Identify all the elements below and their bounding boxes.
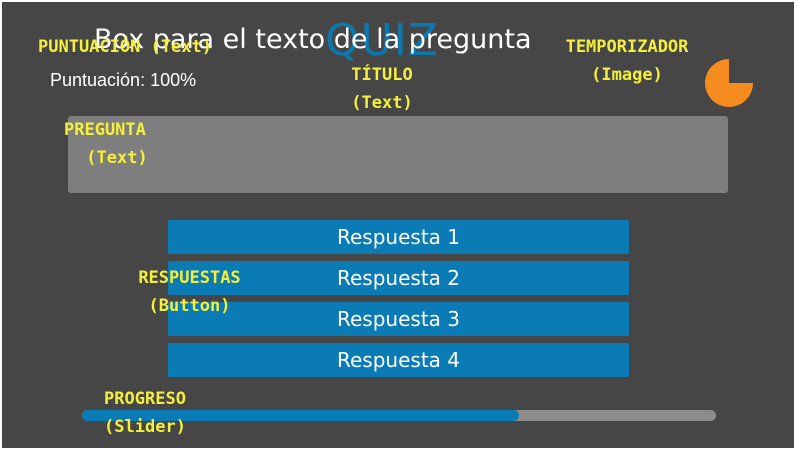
annotation-title-line-2: (Text) [351,93,413,113]
answer-button-4[interactable]: Respuesta 4 [168,343,629,377]
annotation-title: TÍTULO (Text) [322,61,442,117]
annotation-timer-line-2: (Image) [591,65,663,85]
annotation-progress-line-1: PROGRESO [104,389,186,409]
annotation-progress: PROGRESO (Slider) [90,385,200,441]
annotation-progress-line-2: (Slider) [104,417,186,437]
answer-button-1[interactable]: Respuesta 1 [168,220,629,254]
annotation-timer: TEMPORIZADOR (Image) [542,33,712,89]
annotation-answers-line-1: RESPUESTAS [138,268,241,288]
annotation-score-line-1: PUNTUACIÓN (Text) [38,37,212,57]
annotation-question-line-2: (Text) [86,148,148,168]
annotation-timer-line-1: TEMPORIZADOR [565,37,689,57]
score-text: Puntuación: 100% [50,70,197,90]
annotation-answers-line-2: (Button) [148,296,231,316]
annotation-question-line-1: PREGUNTA [64,120,146,140]
annotation-score: PUNTUACIÓN (Text) [38,33,212,61]
annotation-title-line-1: TÍTULO [351,65,413,85]
annotation-answers: RESPUESTAS (Button) [117,264,262,320]
quiz-mockup: QUIZ Puntuación: 100% Box para el texto … [2,2,794,448]
timer-pie-slice [705,59,753,107]
annotation-question: PREGUNTA (Text) [62,116,172,172]
